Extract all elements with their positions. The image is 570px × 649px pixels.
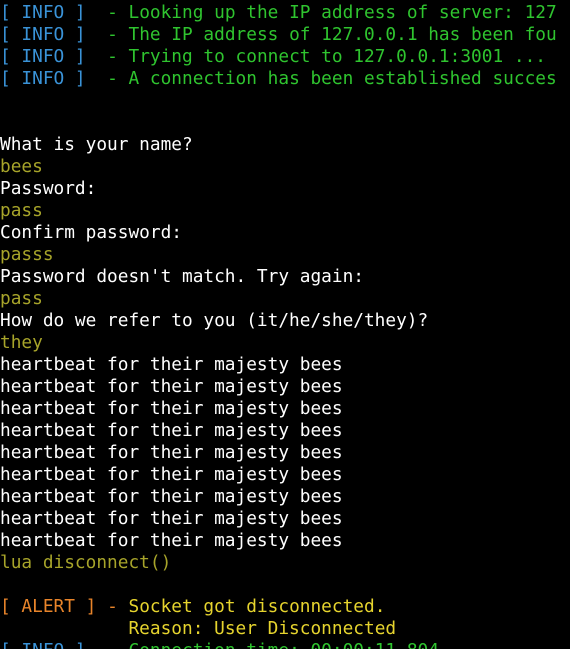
heartbeat-line: heartbeat for their majesty bees [0, 486, 343, 507]
log-line-alert-reason: Reason: User Disconnected [0, 618, 570, 640]
log-line-info: [ INFO ] - Trying to connect to 127.0.0.… [0, 46, 570, 68]
password-retry-input-echo: pass [0, 288, 43, 309]
password-input-echo: pass [0, 200, 43, 221]
command-input-echo: lua disconnect() [0, 552, 172, 573]
log-separator: - [86, 640, 129, 649]
log-separator: - [85, 2, 129, 23]
info-message: Connection time: 00:00:11.804 [128, 640, 438, 649]
pronoun-prompt: How do we refer to you (it/he/she/they)? [0, 310, 429, 331]
info-message: Trying to connect to 127.0.0.1:3001 ... [128, 46, 546, 67]
log-line-info: [ INFO ] - A connection has been establi… [0, 68, 570, 90]
info-tag: [ INFO ] [0, 640, 86, 649]
confirm-password-input-echo: passs [0, 244, 54, 265]
log-line-info: [ INFO ] - The IP address of 127.0.0.1 h… [0, 24, 570, 46]
info-tag: [ INFO ] [0, 46, 86, 67]
alert-tag: [ ALERT ] [0, 596, 97, 617]
alert-indent [0, 618, 128, 639]
password-mismatch-prompt: Password doesn't match. Try again: [0, 266, 364, 287]
name-input-echo: bees [0, 156, 43, 177]
pronoun-input-echo: they [0, 332, 43, 353]
terminal-output[interactable]: [ INFO ] - Looking up the IP address of … [0, 2, 570, 649]
heartbeat-line: heartbeat for their majesty bees [0, 354, 343, 375]
info-message: A connection has been established succes [128, 68, 557, 89]
alert-message: Socket got disconnected. [128, 596, 386, 617]
log-line-alert: [ ALERT ] - Socket got disconnected. [0, 596, 570, 618]
log-separator: - [85, 24, 129, 45]
log-line-info: [ INFO ] - Looking up the IP address of … [0, 2, 570, 24]
heartbeat-line: heartbeat for their majesty bees [0, 508, 343, 529]
log-line-info: [ INFO ] - Connection time: 00:00:11.804 [0, 640, 570, 649]
info-tag: [ INFO ] [0, 68, 86, 89]
info-tag: [ INFO ] [0, 24, 86, 45]
heartbeat-line: heartbeat for their majesty bees [0, 420, 343, 441]
log-separator: - [85, 46, 129, 67]
info-message: Looking up the IP address of server: 127 [128, 2, 557, 23]
info-tag: [ INFO ] [0, 2, 86, 23]
password-prompt: Password: [0, 178, 97, 199]
name-prompt: What is your name? [0, 134, 193, 155]
heartbeat-line: heartbeat for their majesty bees [0, 464, 343, 485]
heartbeat-line: heartbeat for their majesty bees [0, 530, 343, 551]
heartbeat-line: heartbeat for their majesty bees [0, 376, 343, 397]
heartbeat-line: heartbeat for their majesty bees [0, 442, 343, 463]
confirm-password-prompt: Confirm password: [0, 222, 182, 243]
log-separator: - [96, 596, 129, 617]
info-message: The IP address of 127.0.0.1 has been fou [128, 24, 557, 45]
heartbeat-line: heartbeat for their majesty bees [0, 398, 343, 419]
alert-reason: Reason: User Disconnected [128, 618, 397, 639]
log-separator: - [85, 68, 129, 89]
